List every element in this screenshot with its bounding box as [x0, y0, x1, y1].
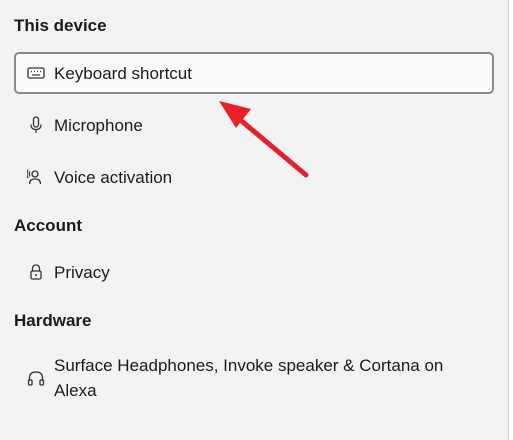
settings-panel: This device Keyboard shortcut Microphone [0, 0, 513, 440]
red-arrow-annotation [219, 101, 309, 178]
scrollbar-track [508, 0, 513, 440]
